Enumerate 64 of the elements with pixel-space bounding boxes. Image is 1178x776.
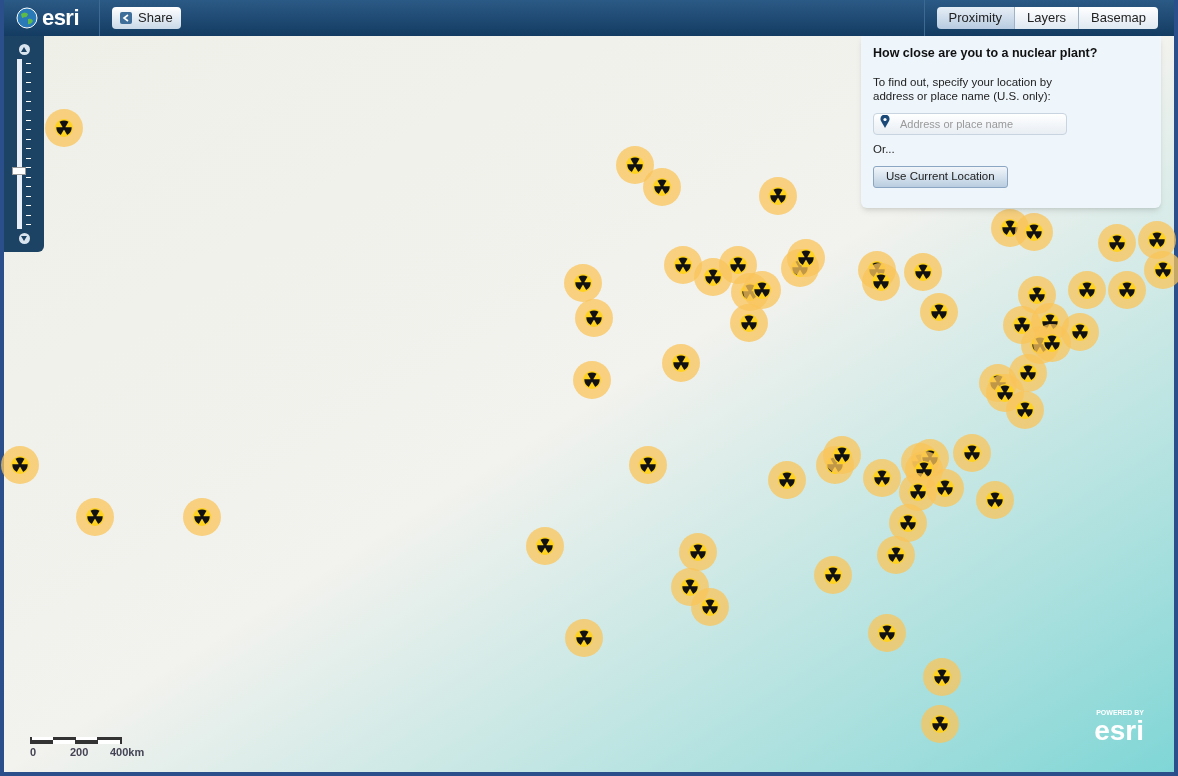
radiation-marker-icon[interactable] <box>678 532 718 572</box>
radiation-marker-icon[interactable] <box>1097 223 1137 263</box>
address-input-field[interactable]: Address or place name <box>873 112 1067 135</box>
radiation-marker-icon[interactable] <box>44 108 84 148</box>
radiation-marker-icon[interactable] <box>1143 250 1178 290</box>
radiation-marker-icon[interactable] <box>615 145 655 185</box>
radiation-marker-icon[interactable] <box>563 263 603 303</box>
radiation-marker-icon[interactable] <box>813 555 853 595</box>
zoom-in-button[interactable] <box>18 44 30 55</box>
radiation-marker-icon[interactable] <box>1032 323 1072 363</box>
panel-title: How close are you to a nuclear plant? <box>873 45 1099 62</box>
radiation-marker-icon[interactable] <box>564 618 604 658</box>
radiation-marker-icon[interactable] <box>922 657 962 697</box>
tab[interactable]: Layers <box>1014 7 1079 29</box>
scale-label: 0 <box>30 745 37 760</box>
radiation-marker-icon[interactable] <box>1014 212 1054 252</box>
esri-logo: esri <box>1094 718 1144 744</box>
or-label: Or... <box>873 141 896 157</box>
share-button[interactable]: Share <box>112 7 181 29</box>
radiation-marker-icon[interactable] <box>574 298 614 338</box>
radiation-marker-icon[interactable] <box>642 167 682 207</box>
radiation-marker-icon[interactable] <box>919 292 959 332</box>
radiation-marker-icon[interactable] <box>822 435 862 475</box>
scale-bar-icon <box>30 737 122 744</box>
share-icon <box>120 12 132 24</box>
radiation-marker-icon[interactable] <box>786 238 826 278</box>
use-current-location-button[interactable]: Use Current Location <box>873 166 1008 188</box>
radiation-marker-icon[interactable] <box>758 176 798 216</box>
radiation-marker-icon[interactable] <box>861 262 901 302</box>
scale-label: 200 <box>70 745 89 760</box>
zoom-thumb[interactable] <box>12 167 26 176</box>
globe-icon <box>16 7 38 29</box>
radiation-marker-icon[interactable] <box>661 343 701 383</box>
radiation-marker-icon[interactable] <box>1067 270 1107 310</box>
radiation-marker-icon[interactable] <box>975 480 1015 520</box>
radiation-marker-icon[interactable] <box>1107 270 1147 310</box>
tab[interactable]: Basemap <box>1078 7 1158 29</box>
radiation-marker-icon[interactable] <box>729 303 769 343</box>
tab[interactable]: Proximity <box>936 7 1015 29</box>
radiation-marker-icon[interactable] <box>525 526 565 566</box>
radiation-marker-icon[interactable] <box>867 613 907 653</box>
radiation-marker-icon[interactable] <box>767 460 807 500</box>
caret-down-icon <box>21 236 27 241</box>
radiation-marker-icon[interactable] <box>952 433 992 473</box>
radiation-marker-icon[interactable] <box>75 497 115 537</box>
radiation-marker-icon[interactable] <box>876 535 916 575</box>
radiation-marker-icon[interactable] <box>628 445 668 485</box>
radiation-marker-icon[interactable] <box>862 458 902 498</box>
esri-logo: esri <box>42 7 79 29</box>
radiation-marker-icon[interactable] <box>925 468 965 508</box>
radiation-marker-icon[interactable] <box>690 587 730 627</box>
zoom-out-button[interactable] <box>18 233 30 244</box>
radiation-marker-icon[interactable] <box>742 270 782 310</box>
scale-label: 400km <box>110 745 145 760</box>
radiation-marker-icon[interactable] <box>0 445 40 485</box>
radiation-marker-icon[interactable] <box>572 360 612 400</box>
radiation-marker-icon[interactable] <box>182 497 222 537</box>
location-pin-icon <box>880 114 890 128</box>
instructions-text: To find out, specify your location by address or place name (U.S. only): <box>873 74 1053 103</box>
radiation-marker-icon[interactable] <box>1005 390 1045 430</box>
radiation-marker-icon[interactable] <box>903 252 943 292</box>
radiation-marker-icon[interactable] <box>888 503 928 543</box>
radiation-marker-icon[interactable] <box>920 704 960 744</box>
caret-up-icon <box>21 47 27 52</box>
